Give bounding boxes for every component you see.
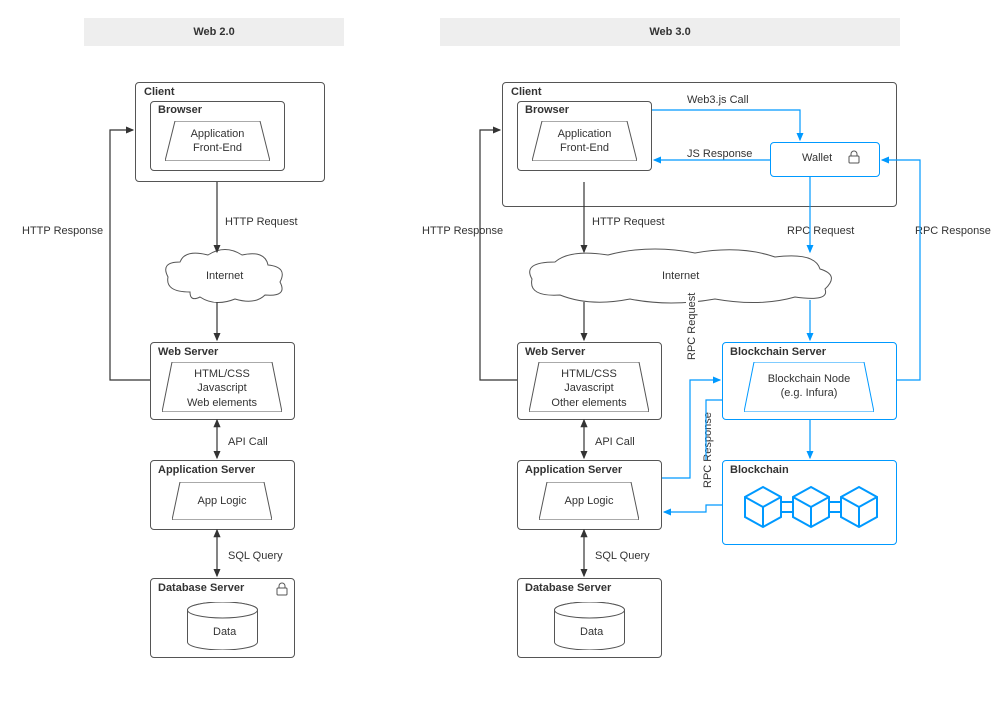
w2-appserver-label: Application Server: [156, 464, 257, 476]
w2-dbserver-label: Database Server: [156, 582, 246, 594]
w3-bcnode-label: Blockchain Node (e.g. Infura): [750, 372, 868, 401]
w3-httpresp-label: HTTP Response: [420, 225, 505, 237]
w3-dbserver-label: Database Server: [523, 582, 613, 594]
w2-apicall-label: API Call: [226, 436, 270, 448]
lock-icon: [276, 582, 288, 599]
w2-httpreq-label: HTTP Request: [223, 216, 300, 228]
w3-rpcreq-label: RPC Request: [785, 225, 856, 237]
w3-internet-label: Internet: [660, 270, 701, 282]
w3-jsresp-label: JS Response: [685, 148, 754, 160]
w3-applogic-label: App Logic: [547, 494, 631, 508]
w2-webstack-label: HTML/CSS Javascript Web elements: [168, 367, 276, 410]
w2-client-label: Client: [142, 86, 177, 98]
blockchain-icon: [735, 482, 885, 540]
w3-rpcresp-label: RPC Response: [913, 225, 993, 237]
w3-client-label: Client: [509, 86, 544, 98]
w2-internet-label: Internet: [204, 270, 245, 282]
w2-frontend-label: Application Front-End: [170, 127, 265, 156]
w3-web3call-label: Web3.js Call: [685, 94, 751, 106]
header-web2: Web 2.0: [84, 18, 344, 46]
w3-webserver-label: Web Server: [523, 346, 587, 358]
w3-blockchain-label: Blockchain: [728, 464, 791, 476]
w3-frontend-label: Application Front-End: [537, 127, 632, 156]
w3-rpcreq2-label: RPC Request: [686, 291, 698, 362]
w2-data-label: Data: [211, 626, 238, 638]
w2-applogic-label: App Logic: [180, 494, 264, 508]
header-web3-label: Web 3.0: [649, 26, 690, 38]
w3-wallet-label: Wallet: [800, 152, 834, 164]
w2-webserver-label: Web Server: [156, 346, 220, 358]
w3-appserver-label: Application Server: [523, 464, 624, 476]
w3-sqlquery-label: SQL Query: [593, 550, 652, 562]
lock-icon: [848, 150, 860, 167]
w3-browser-label: Browser: [523, 104, 571, 116]
w3-httpreq-label: HTTP Request: [590, 216, 667, 228]
w3-bcserver-label: Blockchain Server: [728, 346, 828, 358]
header-web3: Web 3.0: [440, 18, 900, 46]
w2-browser-label: Browser: [156, 104, 204, 116]
w3-data-label: Data: [578, 626, 605, 638]
header-web2-label: Web 2.0: [193, 26, 234, 38]
w3-rpcresp2-label: RPC Response: [702, 410, 714, 490]
w2-sqlquery-label: SQL Query: [226, 550, 285, 562]
w3-webstack-label: HTML/CSS Javascript Other elements: [535, 367, 643, 410]
w3-apicall-label: API Call: [593, 436, 637, 448]
w2-httpresp-label: HTTP Response: [20, 225, 105, 237]
